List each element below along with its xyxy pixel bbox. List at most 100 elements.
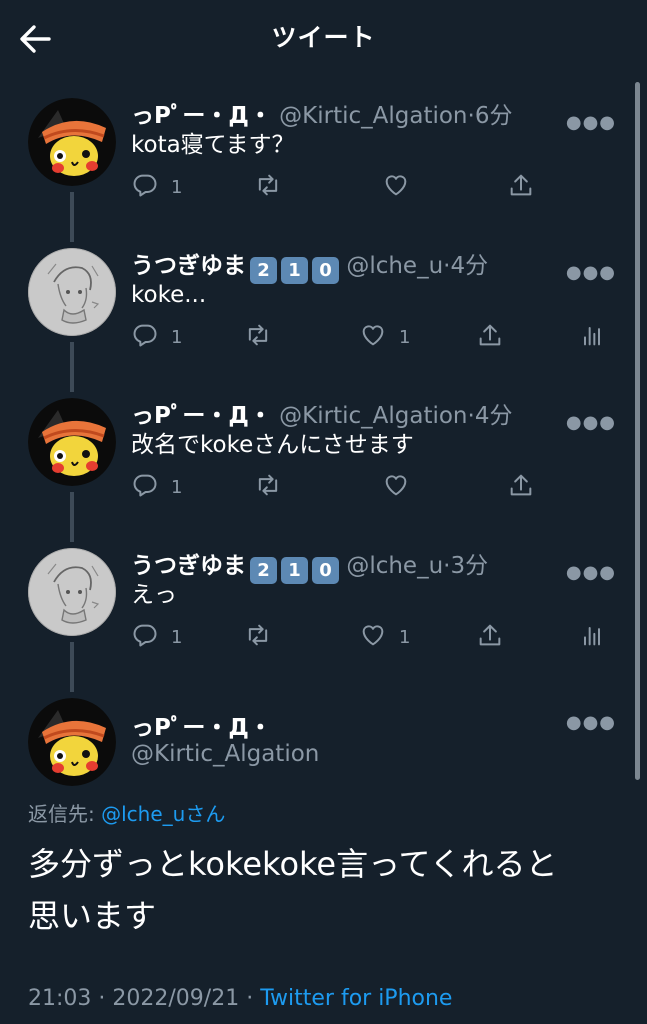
author-name[interactable]: っPﾟー・Д・ xyxy=(131,103,272,129)
avatar[interactable] xyxy=(28,98,116,186)
tweet-text: えっ xyxy=(131,582,177,608)
retweet-button[interactable] xyxy=(254,472,282,502)
like-button[interactable] xyxy=(382,472,410,502)
tweet-header: っPﾟー・Д・ @Kirtic_Algation·4分 xyxy=(131,400,512,432)
number-badge: 2 xyxy=(250,557,277,584)
meta-separator: · xyxy=(98,986,106,1011)
tweet-time: 21:03 xyxy=(28,986,92,1011)
separator: · xyxy=(467,403,475,429)
reply-icon xyxy=(131,321,159,353)
tweet-time: 4分 xyxy=(474,403,513,429)
number-badge: 2 xyxy=(250,257,277,284)
more-options-icon[interactable]: ●●● xyxy=(566,262,616,283)
separator: · xyxy=(467,103,475,129)
sketch-avatar xyxy=(28,548,116,636)
tweet-actions: 1 xyxy=(131,172,611,202)
meta-separator: · xyxy=(246,986,254,1011)
retweet-button[interactable] xyxy=(244,622,272,652)
tweet-source-link[interactable]: Twitter for iPhone xyxy=(260,986,452,1011)
reply-button[interactable]: 1 xyxy=(131,172,182,202)
author-handle[interactable]: @Kirtic_Algation xyxy=(279,403,467,429)
tweet-text: koke... xyxy=(131,282,207,308)
author-name[interactable]: うつぎゆま xyxy=(131,553,246,579)
more-options-icon[interactable]: ●●● xyxy=(566,412,616,433)
reply-button[interactable]: 1 xyxy=(131,472,182,502)
heart-icon xyxy=(359,621,387,653)
retweet-button[interactable] xyxy=(244,322,272,352)
count: 1 xyxy=(171,626,183,648)
tweet-date: 2022/09/21 xyxy=(112,986,240,1011)
number-badge: 0 xyxy=(312,257,339,284)
page-title: ツイート xyxy=(271,23,376,52)
reply-to-suffix[interactable]: さん xyxy=(185,802,225,826)
author-handle[interactable]: @lche_u xyxy=(346,553,443,579)
share-icon xyxy=(476,621,504,653)
tweet-time: 6分 xyxy=(474,103,513,129)
author-name[interactable]: っPﾟー・Д・ xyxy=(131,708,272,742)
avatar[interactable] xyxy=(28,398,116,486)
analytics-button[interactable] xyxy=(578,322,606,352)
sketch-avatar xyxy=(28,248,116,336)
reply-to-handle-link[interactable]: @lche_u xyxy=(101,802,185,826)
more-options-icon[interactable]: ●●● xyxy=(566,712,616,733)
author-handle[interactable]: @Kirtic_Algation xyxy=(279,103,467,129)
count: 1 xyxy=(171,326,183,348)
reply-button[interactable]: 1 xyxy=(131,322,182,352)
tweet-meta: 21:03 · 2022/09/21 · Twitter for iPhone xyxy=(28,986,452,1011)
like-button[interactable]: 1 xyxy=(359,322,410,352)
avatar[interactable] xyxy=(28,248,116,336)
share-icon xyxy=(507,171,535,203)
reply-icon xyxy=(131,621,159,653)
count: 1 xyxy=(171,476,183,498)
top-bar: ツイート xyxy=(0,0,647,76)
retweet-icon xyxy=(254,171,282,203)
more-options-icon[interactable]: ●●● xyxy=(566,112,616,133)
main-tweet-text-line: 多分ずっとkokekoke言ってくれると xyxy=(28,845,558,883)
share-button[interactable] xyxy=(507,172,535,202)
tweet-actions: 1 1 xyxy=(131,322,611,352)
count: 1 xyxy=(171,176,183,198)
heart-icon xyxy=(382,171,410,203)
avatar[interactable] xyxy=(28,548,116,636)
reply-to-line: 返信先: @lche_uさん xyxy=(28,798,225,827)
retweet-icon xyxy=(244,621,272,653)
reply-button[interactable]: 1 xyxy=(131,622,182,652)
thread-tweet[interactable]: うつぎゆま 2 1 0 @lche_u·4分 ●●● koke... 1 1 xyxy=(0,248,647,388)
tweet-text: kota寝てます？ xyxy=(131,132,295,158)
tweet-actions: 1 1 xyxy=(131,622,611,652)
reply-to-prefix: 返信先: xyxy=(28,802,102,826)
main-tweet-text: 多分ずっとkokekoke言ってくれると 思います xyxy=(28,838,628,942)
retweet-icon xyxy=(244,321,272,353)
share-icon xyxy=(476,321,504,353)
thread-tweet[interactable]: うつぎゆま 2 1 0 @lche_u·3分 ●●● えっ 1 1 xyxy=(0,548,647,688)
pikachu-avatar xyxy=(28,98,116,186)
author-handle[interactable]: @Kirtic_Algation xyxy=(131,741,319,767)
thread-tweet[interactable]: っPﾟー・Д・ @Kirtic_Algation·6分 ●●● kota寝てます… xyxy=(0,98,647,238)
retweet-button[interactable] xyxy=(254,172,282,202)
more-options-icon[interactable]: ●●● xyxy=(566,562,616,583)
analytics-button[interactable] xyxy=(578,622,606,652)
share-button[interactable] xyxy=(507,472,535,502)
author-name[interactable]: うつぎゆま xyxy=(131,253,246,279)
tweet-time: 3分 xyxy=(450,553,489,579)
author-name[interactable]: っPﾟー・Д・ xyxy=(131,403,272,429)
avatar[interactable] xyxy=(28,698,116,786)
reply-icon xyxy=(131,171,159,203)
like-button[interactable]: 1 xyxy=(359,622,410,652)
share-button[interactable] xyxy=(476,622,504,652)
share-button[interactable] xyxy=(476,322,504,352)
tweet-header: うつぎゆま 2 1 0 @lche_u·3分 xyxy=(131,550,488,584)
pikachu-avatar xyxy=(28,698,116,786)
thread-tweet[interactable]: っPﾟー・Д・ @Kirtic_Algation·4分 ●●● 改名でkokeさ… xyxy=(0,398,647,538)
tweet-header: っPﾟー・Д・ @Kirtic_Algation·6分 xyxy=(131,100,512,132)
number-badge: 0 xyxy=(312,557,339,584)
number-badge: 1 xyxy=(281,257,308,284)
share-icon xyxy=(507,471,535,503)
reply-icon xyxy=(131,471,159,503)
main-tweet-text-line: 思います xyxy=(28,897,157,935)
author-handle[interactable]: @lche_u xyxy=(346,253,443,279)
like-button[interactable] xyxy=(382,172,410,202)
heart-icon xyxy=(382,471,410,503)
tweet-time: 4分 xyxy=(450,253,489,279)
tweet-actions: 1 xyxy=(131,472,611,502)
